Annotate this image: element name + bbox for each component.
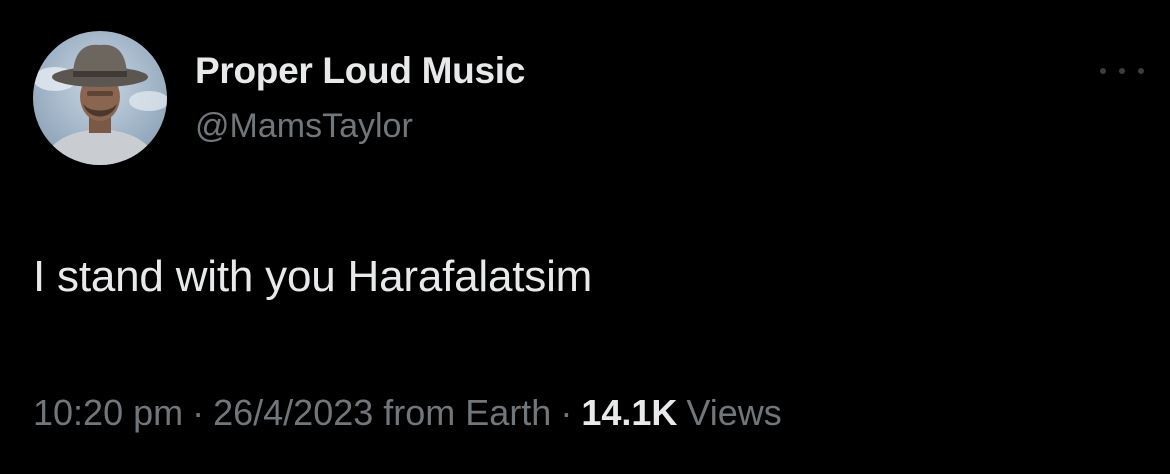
tweet-time[interactable]: 10:20 pm bbox=[33, 392, 183, 434]
tweet-text: I stand with you Harafalatsim bbox=[33, 252, 593, 301]
tweet-source: from Earth bbox=[383, 392, 552, 433]
avatar[interactable] bbox=[33, 31, 167, 165]
more-horizontal-icon bbox=[1138, 68, 1144, 74]
more-options-button[interactable] bbox=[1100, 56, 1144, 86]
author-handle[interactable]: @MamsTaylor bbox=[195, 107, 413, 146]
tweet-date[interactable]: 26/4/2023 bbox=[213, 392, 373, 434]
more-horizontal-icon bbox=[1119, 68, 1125, 74]
meta-separator: · bbox=[560, 392, 573, 433]
tweet-meta: 10:20 pm · 26/4/2023 from Earth · 14.1K … bbox=[33, 392, 782, 434]
tweet-card: Proper Loud Music @MamsTaylor I stand wi… bbox=[0, 0, 1170, 474]
more-horizontal-icon bbox=[1100, 68, 1106, 74]
views-count[interactable]: 14.1K bbox=[581, 392, 677, 434]
meta-separator: · bbox=[192, 392, 205, 433]
views-label: Views bbox=[686, 392, 782, 433]
author-display-name[interactable]: Proper Loud Music bbox=[195, 50, 525, 92]
profile-photo-icon bbox=[33, 44, 167, 165]
